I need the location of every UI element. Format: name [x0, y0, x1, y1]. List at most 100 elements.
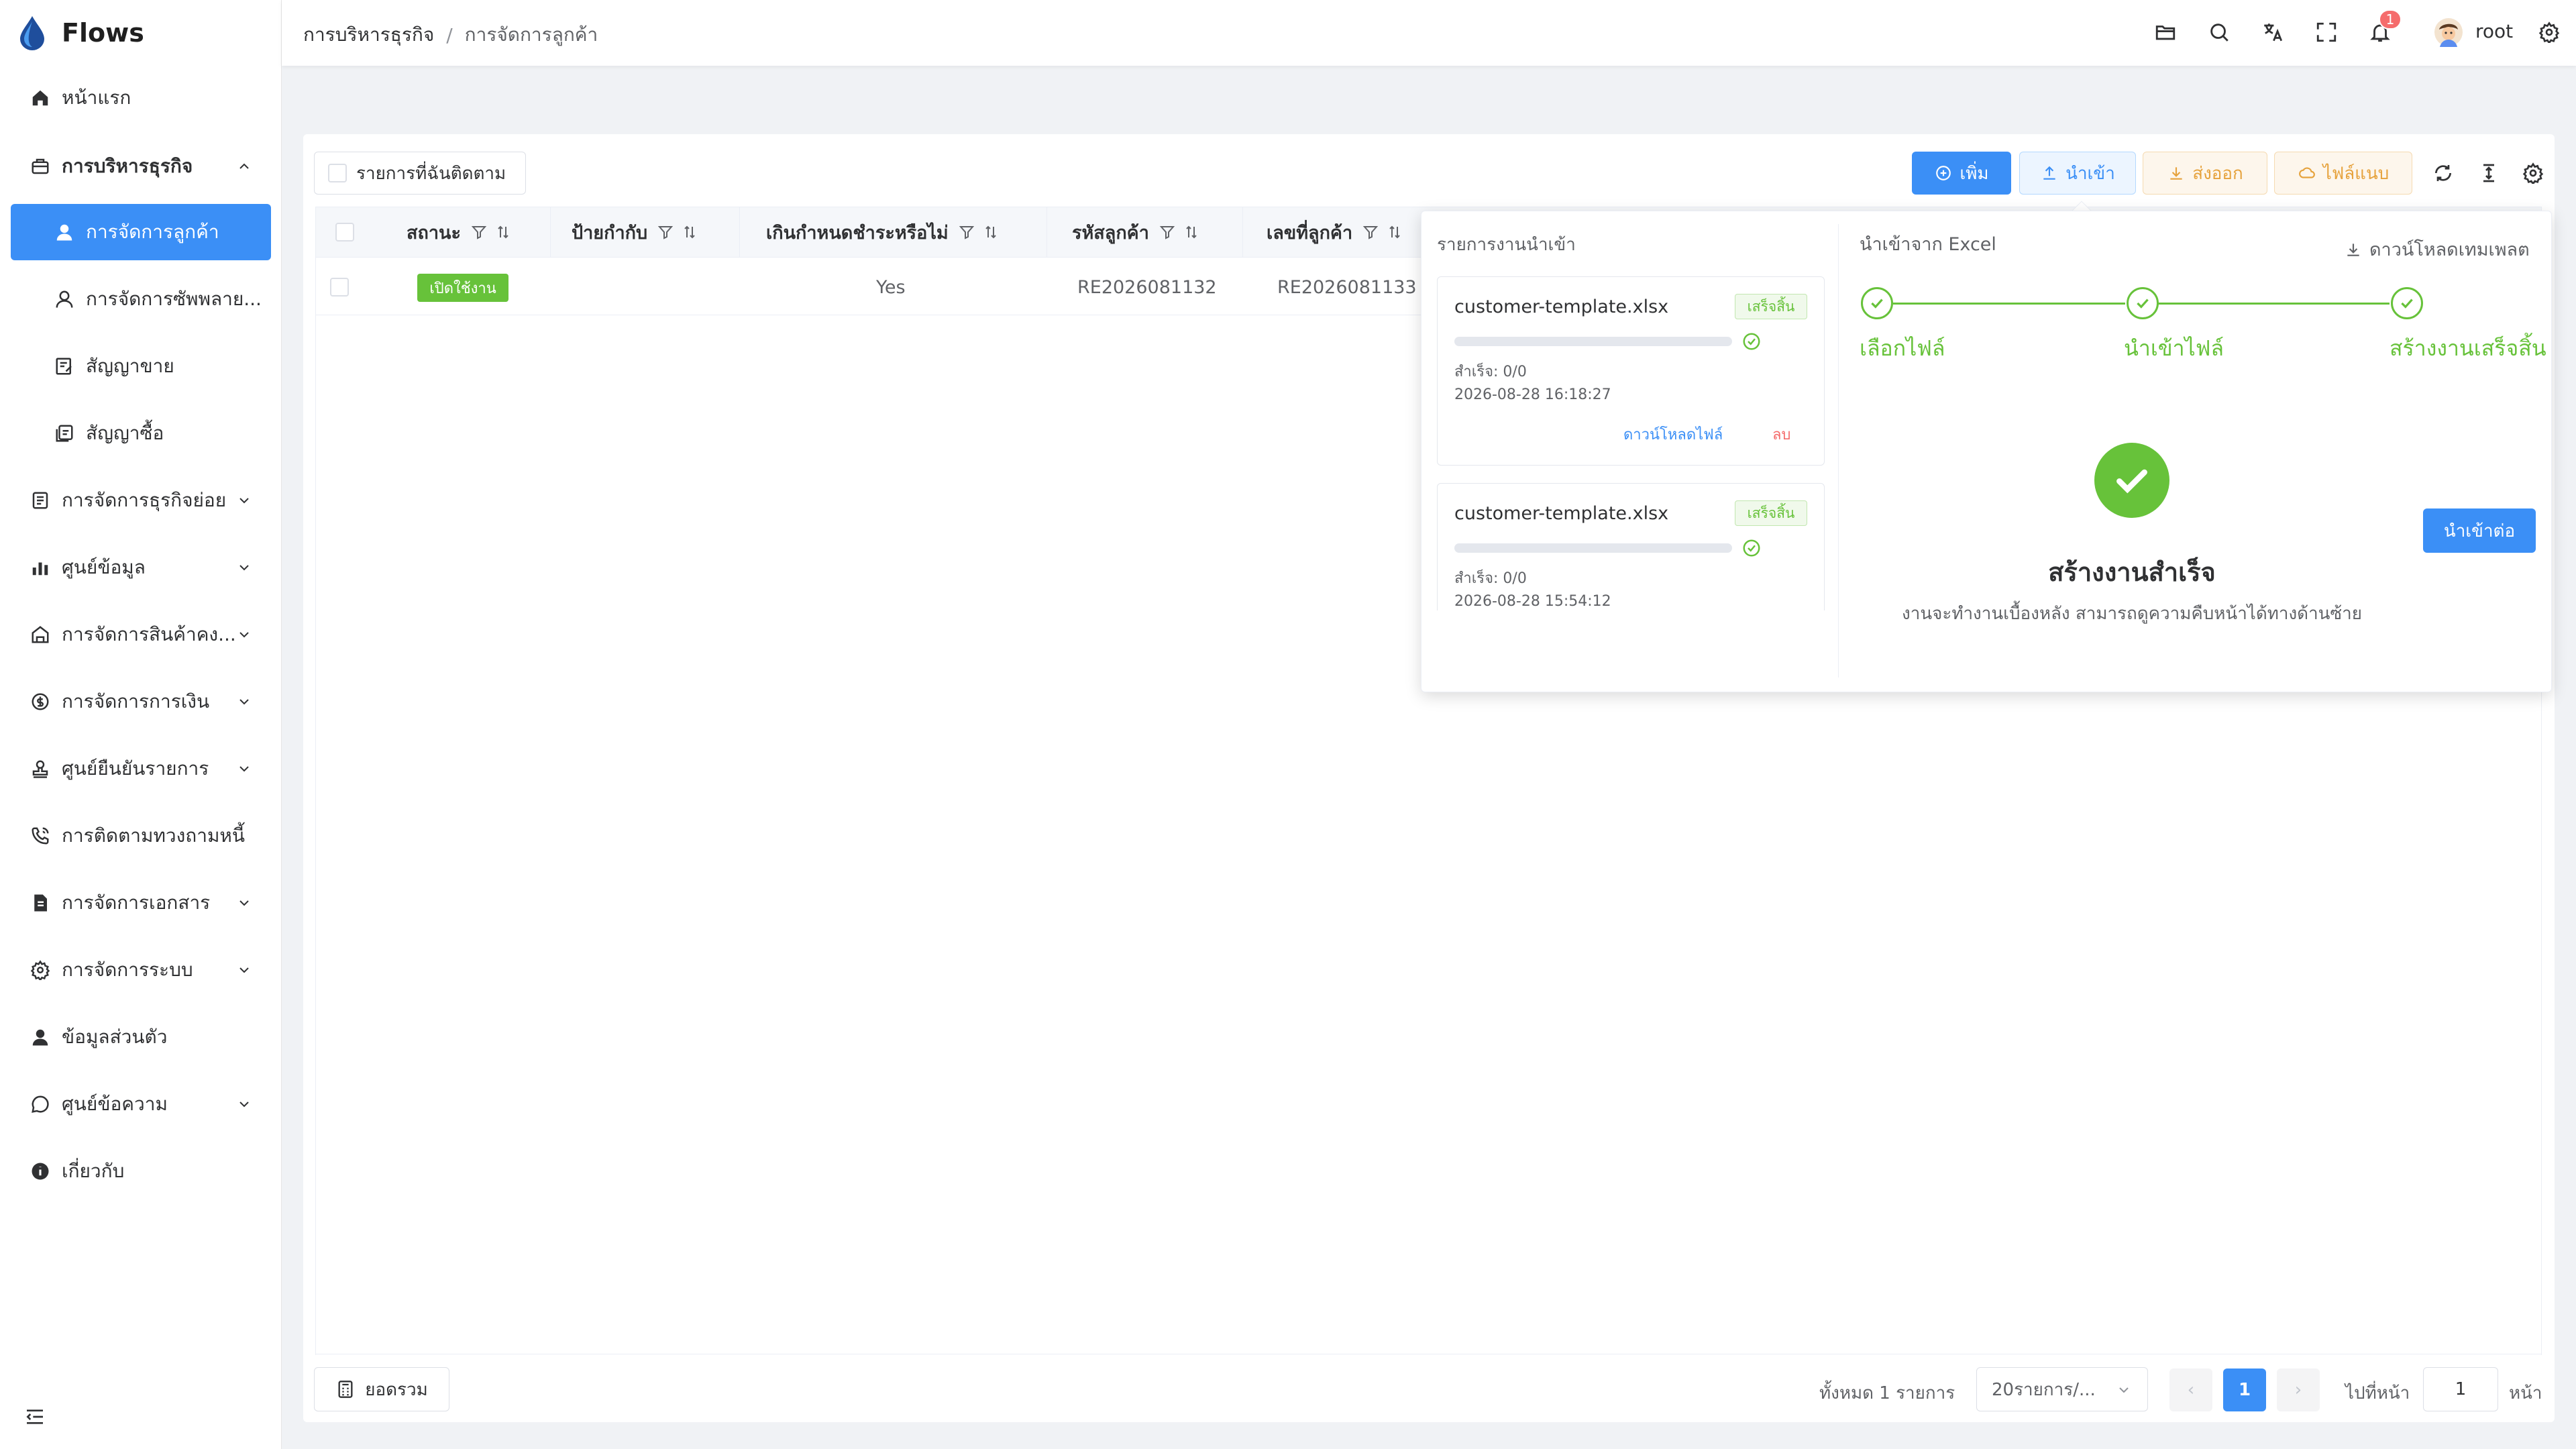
sidebar-item-messages[interactable]: ศูนย์ข้อความ [11, 1076, 271, 1132]
row-checkbox[interactable] [330, 278, 349, 299]
column-header-customer-code[interactable]: รหัสลูกค้า [1072, 207, 1200, 258]
column-header-overdue[interactable]: เกินกำหนดชำระหรือไม่ [766, 207, 1000, 258]
sidebar-item-suppliers[interactable]: การจัดการซัพพลาย... [11, 271, 271, 327]
sidebar-item-home[interactable]: หน้าแรก [11, 70, 271, 126]
check-icon [1871, 299, 1883, 309]
column-header-customer-number[interactable]: เลขที่ลูกค้า [1267, 207, 1403, 258]
sidebar-item-data-center[interactable]: ศูนย์ข้อมูล [11, 539, 271, 596]
step-connector [1893, 303, 2125, 305]
sidebar-item-label: การติดตามทวงถามหนี้ [62, 824, 246, 847]
file-icon [28, 891, 52, 915]
sidebar-item-label: สัญญาซื้อ [86, 422, 164, 444]
row-height-icon[interactable] [2475, 160, 2502, 186]
sidebar-item-business[interactable]: การบริหารธุรกิจ [11, 138, 271, 195]
filter-icon[interactable] [1159, 223, 1176, 241]
sidebar-item-customers[interactable]: การจัดการลูกค้า [11, 204, 271, 260]
attachment-button[interactable]: ไฟล์แนบ [2274, 152, 2412, 195]
goto-page-input[interactable]: 1 [2423, 1367, 2498, 1411]
settings-icon[interactable] [2536, 19, 2563, 46]
sidebar-item-documents[interactable]: การจัดการเอกสาร [11, 875, 271, 931]
column-header-tags[interactable]: ป้ายกำกับ [572, 207, 698, 258]
download-file-link[interactable]: ดาวน์โหลดไฟล์ [1623, 423, 1723, 446]
sidebar-item-label: การจัดการลูกค้า [86, 221, 219, 243]
filter-icon[interactable] [958, 223, 975, 241]
followed-checkbox[interactable] [328, 164, 347, 182]
next-page-button[interactable]: › [2277, 1368, 2320, 1411]
column-title: สถานะ [407, 222, 461, 244]
sidebar-item-purchase-contract[interactable]: สัญญาซื้อ [11, 405, 271, 462]
delete-job-link[interactable]: ลบ [1772, 423, 1790, 446]
column-title: เลขที่ลูกค้า [1267, 222, 1353, 244]
app-logo[interactable]: Flows [0, 0, 282, 66]
filter-icon[interactable] [470, 223, 488, 241]
chat-icon [28, 1092, 52, 1116]
add-button[interactable]: เพิ่ม [1912, 152, 2011, 195]
sidebar-item-confirmation[interactable]: ศูนย์ยืนยันรายการ [11, 741, 271, 797]
refresh-icon[interactable] [2430, 160, 2457, 186]
success-check-icon [2094, 443, 2169, 518]
fullscreen-icon[interactable] [2313, 19, 2340, 46]
column-settings-icon[interactable] [2520, 160, 2546, 186]
sidebar-item-debt-collection[interactable]: การติดตามทวงถามหนี้ [11, 808, 271, 864]
continue-import-button[interactable]: นำเข้าต่อ [2423, 508, 2536, 553]
chevron-down-icon [235, 625, 254, 644]
page-number[interactable]: 1 [2223, 1368, 2266, 1411]
column-title: รหัสลูกค้า [1072, 222, 1149, 244]
column-title: เกินกำหนดชำระหรือไม่ [766, 222, 949, 244]
sidebar-item-profile[interactable]: ข้อมูลส่วนตัว [11, 1009, 271, 1065]
column-header-status[interactable]: สถานะ [407, 207, 512, 258]
user-name[interactable]: root [2475, 20, 2513, 42]
step-label: เลือกไฟล์ [1860, 335, 1945, 361]
select-all-checkbox[interactable] [335, 223, 354, 244]
page-size-select[interactable]: 20รายการ/... [1976, 1367, 2148, 1411]
export-button[interactable]: ส่งออก [2143, 152, 2267, 195]
sort-icon[interactable] [1386, 223, 1403, 241]
filter-icon[interactable] [657, 223, 674, 241]
job-status-badge: เสร็จสิ้น [1735, 500, 1807, 526]
sidebar-item-finance[interactable]: การจัดการการเงิน [11, 674, 271, 730]
job-status-badge: เสร็จสิ้น [1735, 294, 1807, 319]
sort-icon[interactable] [494, 223, 512, 241]
column-divider [1242, 207, 1243, 258]
column-title: ป้ายกำกับ [572, 222, 648, 244]
translate-icon[interactable] [2259, 19, 2286, 46]
popover-divider [1838, 224, 1839, 678]
sidebar-item-label: การจัดการซัพพลาย... [86, 288, 262, 310]
upload-icon [2040, 164, 2059, 182]
summary-label: ยอดรวม [365, 1379, 428, 1400]
check-icon [2401, 299, 2413, 309]
sidebar-item-about[interactable]: เกี่ยวกับ [11, 1143, 271, 1199]
breadcrumb-item[interactable]: การบริหารธุรกิจ [303, 20, 434, 50]
sidebar-item-label: ศูนย์ข้อมูล [62, 556, 146, 578]
collapse-sidebar-icon[interactable] [23, 1405, 47, 1429]
chevron-down-icon [235, 558, 254, 577]
sidebar-item-inventory[interactable]: การจัดการสินค้าคง... [11, 606, 271, 663]
sidebar-item-sub-business[interactable]: การจัดการธุรกิจย่อย [11, 472, 271, 529]
my-followed-filter[interactable]: รายการที่ฉันติดตาม [314, 152, 526, 195]
chevron-down-icon [2115, 1381, 2133, 1399]
avatar[interactable] [2434, 17, 2463, 47]
summary-button[interactable]: ยอดรวม [314, 1367, 449, 1411]
prev-page-button[interactable]: ‹ [2169, 1368, 2212, 1411]
sidebar-item-system[interactable]: การจัดการระบบ [11, 942, 271, 998]
search-icon[interactable] [2206, 19, 2233, 46]
total-count: ทั้งหมด 1 รายการ [1819, 1383, 1955, 1403]
sort-icon[interactable] [681, 223, 698, 241]
import-button[interactable]: นำเข้า [2019, 152, 2136, 195]
column-divider [550, 207, 551, 258]
sort-icon[interactable] [982, 223, 1000, 241]
job-timestamp: 2026-08-28 15:54:12 [1454, 593, 1611, 610]
sidebar-item-sales-contract[interactable]: สัญญาขาย [11, 338, 271, 394]
status-badge: เปิดใช้งาน [417, 274, 508, 302]
step-label: นำเข้าไฟล์ [2124, 335, 2224, 361]
gear-icon [28, 958, 52, 982]
breadcrumb-separator: / [446, 23, 453, 46]
folder-icon[interactable] [2152, 19, 2179, 46]
download-icon [2344, 240, 2363, 259]
info-icon [28, 1159, 52, 1183]
filter-icon[interactable] [1362, 223, 1379, 241]
success-description: งานจะทำงานเบื้องหลัง สามารถดูความคืบหน้า… [1902, 604, 2362, 624]
download-icon [2167, 164, 2186, 182]
download-template-link[interactable]: ดาวน์โหลดเทมเพลต [2344, 235, 2530, 264]
sort-icon[interactable] [1183, 223, 1200, 241]
